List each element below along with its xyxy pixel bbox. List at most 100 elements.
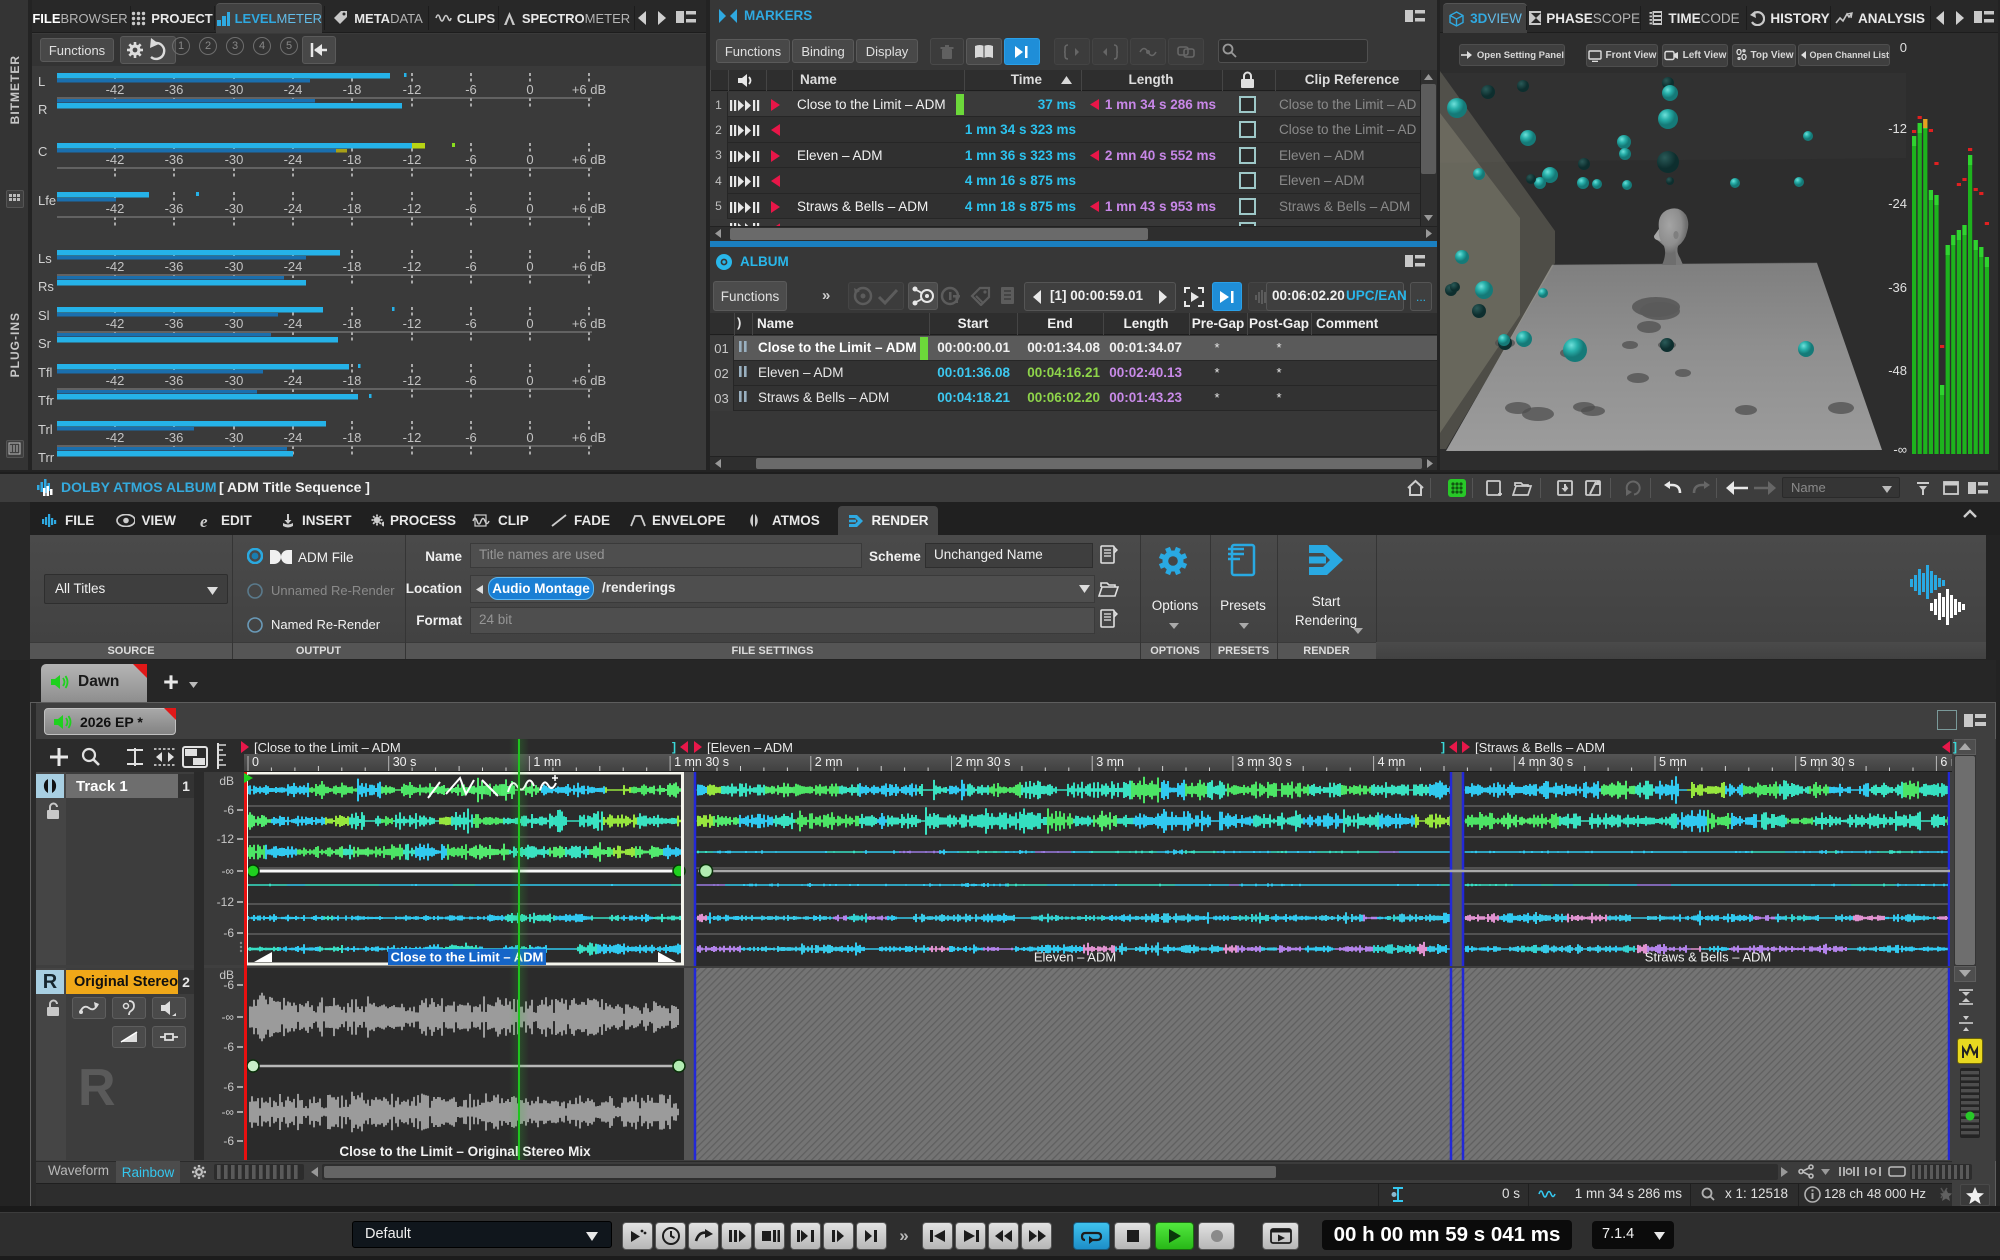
svg-text:-36: -36 — [165, 201, 184, 216]
svg-text:Tfl: Tfl — [38, 365, 53, 380]
svg-text:-6: -6 — [465, 152, 477, 167]
svg-text:Straws & Bells – ADM: Straws & Bells – ADM — [1645, 950, 1771, 965]
svg-text:-24: -24 — [284, 201, 303, 216]
svg-text:-6: -6 — [465, 201, 477, 216]
svg-text:-30: -30 — [225, 259, 244, 274]
svg-text:-12: -12 — [1888, 121, 1907, 136]
svg-text:-36: -36 — [1888, 280, 1907, 295]
svg-text:Close to the Limit – Original: Close to the Limit – Original Stereo Mix — [339, 1144, 591, 1159]
svg-text:-∞: -∞ — [221, 864, 234, 878]
svg-text:0: 0 — [1900, 40, 1907, 55]
svg-text:-24: -24 — [284, 152, 303, 167]
svg-text:-30: -30 — [225, 201, 244, 216]
svg-text:3 mn 30 s: 3 mn 30 s — [1237, 755, 1292, 769]
svg-text:0: 0 — [252, 755, 259, 769]
svg-text:30 s: 30 s — [393, 755, 417, 769]
svg-text:Trl: Trl — [38, 422, 53, 437]
svg-text:-24: -24 — [1888, 196, 1907, 211]
svg-text:-30: -30 — [225, 82, 244, 97]
svg-text:-30: -30 — [225, 373, 244, 388]
svg-text:-42: -42 — [106, 82, 125, 97]
svg-text:-30: -30 — [225, 430, 244, 445]
svg-text:Sl: Sl — [38, 308, 50, 323]
svg-text:L: L — [38, 74, 45, 89]
svg-text:-36: -36 — [165, 316, 184, 331]
svg-text:3 mn: 3 mn — [1096, 755, 1124, 769]
svg-text:-∞: -∞ — [221, 1105, 234, 1119]
svg-text:+6 dB: +6 dB — [572, 201, 606, 216]
svg-text:-48: -48 — [1888, 363, 1907, 378]
svg-text:2 mn: 2 mn — [815, 755, 843, 769]
svg-text:-42: -42 — [106, 430, 125, 445]
svg-text:-12: -12 — [403, 259, 422, 274]
svg-text:-12: -12 — [403, 152, 422, 167]
svg-text:-18: -18 — [343, 316, 362, 331]
svg-text:-18: -18 — [343, 373, 362, 388]
svg-text:-6: -6 — [465, 373, 477, 388]
svg-text:-6: -6 — [465, 82, 477, 97]
svg-text:-6: -6 — [465, 259, 477, 274]
svg-text:-6: -6 — [223, 926, 234, 940]
svg-text:-30: -30 — [225, 316, 244, 331]
svg-text:e: e — [200, 513, 208, 529]
svg-text:-∞: -∞ — [1893, 442, 1907, 457]
svg-text:-36: -36 — [165, 82, 184, 97]
svg-text:Lfe: Lfe — [38, 193, 56, 208]
svg-text:R: R — [38, 102, 47, 117]
svg-text:-12: -12 — [403, 373, 422, 388]
svg-text:-12: -12 — [403, 316, 422, 331]
svg-text:-24: -24 — [284, 316, 303, 331]
svg-text:-24: -24 — [284, 259, 303, 274]
svg-text:+6 dB: +6 dB — [572, 316, 606, 331]
svg-text:+6 dB: +6 dB — [572, 259, 606, 274]
svg-text:0: 0 — [526, 201, 533, 216]
svg-text:-42: -42 — [106, 152, 125, 167]
svg-text:Ls: Ls — [38, 251, 52, 266]
svg-text:-36: -36 — [165, 152, 184, 167]
svg-text:-30: -30 — [225, 152, 244, 167]
svg-text:+6 dB: +6 dB — [572, 152, 606, 167]
svg-text:-12: -12 — [217, 895, 235, 909]
svg-text:0: 0 — [526, 430, 533, 445]
svg-text:+6 dB: +6 dB — [572, 430, 606, 445]
svg-text:-18: -18 — [343, 430, 362, 445]
svg-text:+6 dB: +6 dB — [572, 373, 606, 388]
svg-text:-24: -24 — [284, 373, 303, 388]
svg-text:1 mn 30 s: 1 mn 30 s — [674, 755, 729, 769]
svg-text:2 mn 30 s: 2 mn 30 s — [956, 755, 1011, 769]
svg-text:dB: dB — [219, 774, 234, 788]
svg-text:-24: -24 — [284, 430, 303, 445]
svg-text:-12: -12 — [403, 201, 422, 216]
svg-text:0: 0 — [526, 373, 533, 388]
svg-text:Eleven – ADM: Eleven – ADM — [1034, 950, 1116, 965]
svg-text:Trr: Trr — [38, 450, 55, 465]
svg-text:-36: -36 — [165, 373, 184, 388]
svg-text:-6: -6 — [223, 803, 234, 817]
svg-text:-18: -18 — [343, 82, 362, 97]
svg-text:1 mn: 1 mn — [533, 755, 561, 769]
svg-text:Rs: Rs — [38, 279, 54, 294]
svg-text:-6: -6 — [465, 316, 477, 331]
svg-text:-42: -42 — [106, 316, 125, 331]
svg-text:-36: -36 — [165, 430, 184, 445]
svg-text:0: 0 — [526, 152, 533, 167]
svg-text:5 mn: 5 mn — [1659, 755, 1687, 769]
svg-text:0: 0 — [526, 316, 533, 331]
svg-text:-42: -42 — [106, 201, 125, 216]
svg-text:5 mn 30 s: 5 mn 30 s — [1800, 755, 1855, 769]
svg-text:-6: -6 — [223, 1040, 234, 1054]
svg-text:-∞: -∞ — [221, 1010, 234, 1024]
svg-text:Sr: Sr — [38, 336, 52, 351]
svg-text:-18: -18 — [343, 152, 362, 167]
svg-text:+6 dB: +6 dB — [572, 82, 606, 97]
svg-text:-24: -24 — [284, 82, 303, 97]
svg-text:-6: -6 — [223, 1134, 234, 1148]
svg-text:-6: -6 — [223, 978, 234, 992]
svg-text:0: 0 — [526, 82, 533, 97]
svg-text:-42: -42 — [106, 373, 125, 388]
svg-text:0: 0 — [526, 259, 533, 274]
svg-text:-6: -6 — [223, 1080, 234, 1094]
svg-text:-18: -18 — [343, 259, 362, 274]
svg-text:C: C — [38, 144, 47, 159]
svg-text:-12: -12 — [403, 82, 422, 97]
